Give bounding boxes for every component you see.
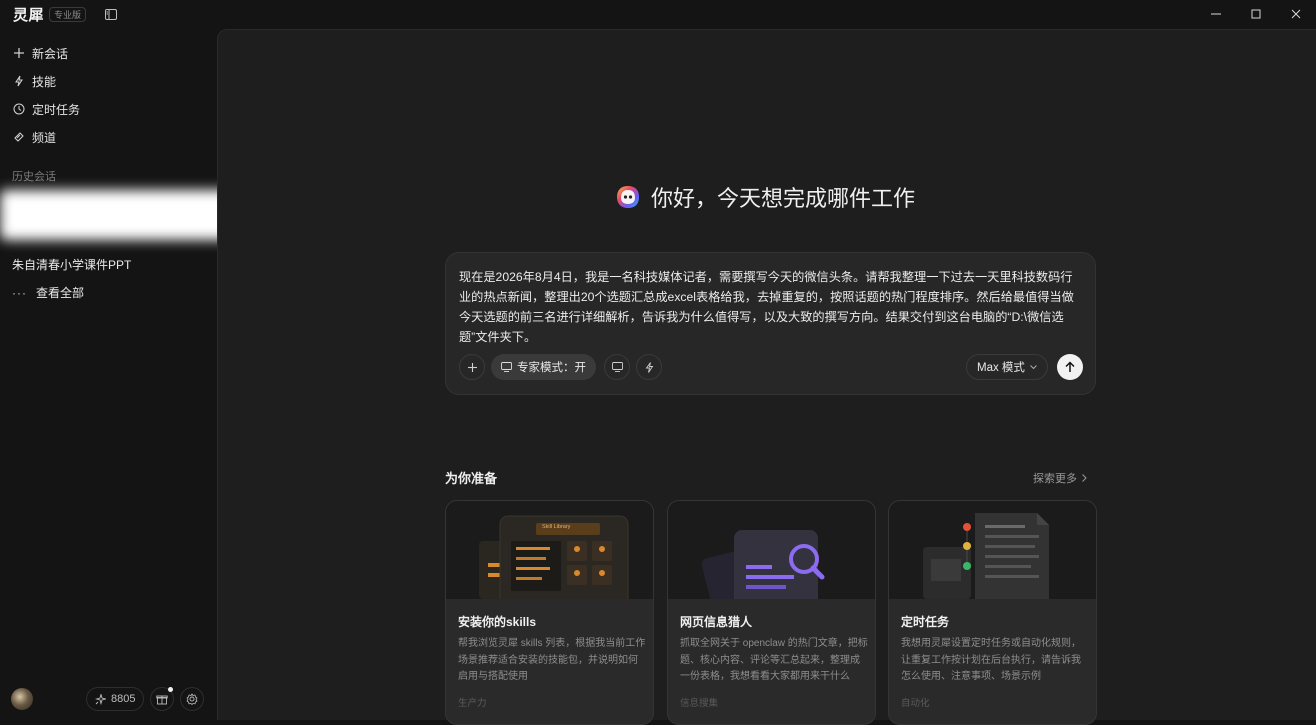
section-title: 为你准备: [445, 471, 498, 486]
redacted-history-item: [0, 190, 240, 240]
sidebar-item-label: 技能: [32, 74, 57, 89]
template-card-scheduled[interactable]: 定时任务 我想用灵犀设置定时任务或自动化规则，让重复工作按计划在后台执行，请告诉…: [888, 500, 1097, 725]
close-button[interactable]: [1276, 0, 1316, 28]
screen-button[interactable]: [604, 354, 630, 380]
template-card-web-hunter[interactable]: 网页信息猎人 抓取全网关于 openclaw 的热门文章，把标题、核心内容、评论…: [667, 500, 876, 725]
mode-select[interactable]: Max 模式: [966, 354, 1048, 380]
send-button[interactable]: [1057, 354, 1083, 380]
avatar[interactable]: [11, 688, 33, 710]
assistant-logo-icon: [617, 186, 639, 208]
sidebar-item-label: 新会话: [32, 46, 69, 61]
card-tag: 自动化: [901, 698, 930, 709]
prompt-input[interactable]: 现在是2026年8月4日，我是一名科技媒体记者，需要撰写今天的微信头条。请帮我整…: [459, 267, 1083, 347]
notification-dot: [168, 687, 173, 692]
sidebar-item-scheduled-tasks[interactable]: 定时任务: [0, 95, 216, 123]
prompt-composer[interactable]: 现在是2026年8月4日，我是一名科技媒体记者，需要撰写今天的微信头条。请帮我整…: [445, 252, 1096, 395]
attach-button[interactable]: [459, 354, 485, 380]
title-bar: 灵犀 专业版: [0, 0, 1316, 28]
view-all-link[interactable]: ··· 查看全部: [12, 284, 84, 301]
card-description: 抓取全网关于 openclaw 的热门文章，把标题、核心内容、评论等汇总起来，整…: [680, 638, 868, 682]
maximize-button[interactable]: [1236, 0, 1276, 28]
gift-icon: [156, 693, 168, 705]
greeting: 你好，今天想完成哪件工作: [615, 181, 915, 213]
sparkle-icon: [95, 693, 106, 705]
sidebar-item-channels[interactable]: 频道: [0, 123, 216, 151]
sidebar-footer: 8805: [0, 680, 216, 720]
history-item[interactable]: 朱自清春小学课件PPT: [12, 256, 131, 273]
sidebar-item-skills[interactable]: 技能: [0, 67, 216, 95]
app-logo: 灵犀: [13, 6, 45, 24]
expert-mode-toggle[interactable]: 专家模式：开: [491, 354, 596, 380]
sidebar-item-label: 定时任务: [32, 102, 81, 117]
mode-select-label: Max 模式: [977, 362, 1025, 374]
explore-more-link[interactable]: 探索更多: [1033, 470, 1087, 486]
sidebar-toggle-icon[interactable]: [104, 7, 118, 21]
arrow-up-icon: [1064, 361, 1076, 373]
search-document-illustration: [668, 501, 875, 599]
illustration-label: Skill Library: [542, 524, 571, 530]
sidebar-item-label: 频道: [32, 130, 57, 145]
chevron-down-icon: [1030, 364, 1037, 370]
greeting-text: 你好，今天想完成哪件工作: [651, 186, 916, 211]
sidebar-item-new-chat[interactable]: 新会话: [0, 39, 216, 67]
skill-library-illustration: Skill Library: [446, 501, 653, 599]
ellipsis-icon: ···: [12, 285, 27, 300]
view-all-label: 查看全部: [36, 286, 85, 300]
clock-icon: [12, 102, 26, 116]
plus-icon: [12, 46, 26, 60]
credits-button[interactable]: 8805: [86, 687, 145, 711]
edition-badge: 专业版: [49, 6, 87, 22]
main-panel: 你好，今天想完成哪件工作 现在是2026年8月4日，我是一名科技媒体记者，需要撰…: [217, 29, 1316, 725]
lightning-icon: [644, 361, 655, 373]
explore-more-label: 探索更多: [1033, 473, 1077, 485]
card-title: 定时任务: [901, 615, 950, 629]
skills-button[interactable]: [636, 354, 662, 380]
chevron-right-icon: [1082, 474, 1087, 482]
monitor-icon: [611, 362, 623, 372]
card-title: 安装你的skills: [458, 615, 537, 629]
channel-icon: [12, 130, 26, 144]
minimize-button[interactable]: [1196, 0, 1236, 28]
card-title: 网页信息猎人: [680, 615, 753, 629]
gear-icon: [186, 693, 198, 705]
credits-count: 8805: [111, 693, 136, 705]
card-tag: 生产力: [458, 698, 487, 709]
settings-button[interactable]: [180, 687, 204, 711]
automation-illustration: [889, 501, 1096, 599]
card-description: 帮我浏览灵犀 skills 列表，根据我当前工作场景推荐适合安装的技能包，并说明…: [458, 638, 646, 682]
monitor-icon: [501, 362, 512, 372]
gift-button[interactable]: [150, 687, 174, 711]
expert-mode-label: 专家模式：开: [517, 362, 586, 374]
card-description: 我想用灵犀设置定时任务或自动化规则，让重复工作按计划在后台执行，请告诉我怎么使用…: [901, 638, 1081, 682]
template-card-skills[interactable]: Skill Library 安装你的skills 帮我浏览灵犀 skills 列…: [445, 500, 654, 725]
card-tag: 信息搜集: [680, 698, 719, 709]
sidebar: 新会话 技能 定时任务 频道 历史会话 朱自清春小学课件PPT ··· 查看全部: [0, 28, 240, 720]
lightning-icon: [12, 74, 26, 88]
history-section-label: 历史会话: [12, 171, 56, 183]
plus-icon: [467, 362, 478, 373]
